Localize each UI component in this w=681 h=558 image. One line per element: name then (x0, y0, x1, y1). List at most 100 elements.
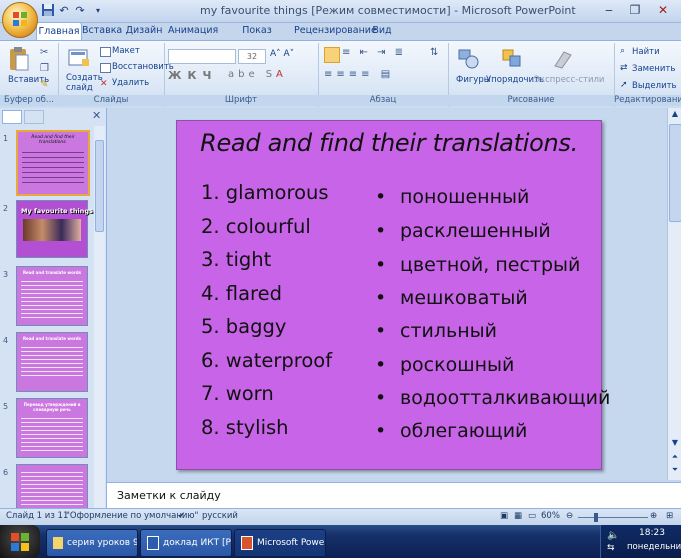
bullet: • (375, 186, 387, 208)
thumb-lines (21, 344, 83, 378)
slide-thumbnail-6[interactable] (16, 464, 88, 509)
close-pane-icon[interactable]: ✕ (92, 109, 101, 122)
taskbar-item-label: Microsoft Power... (257, 538, 325, 548)
taskbar: серия уроков 9... доклад ИКТ [Ре... Micr… (0, 525, 681, 558)
tab-slideshow[interactable]: Показ слайдов (222, 22, 292, 54)
network-icon[interactable]: ⇆ (607, 543, 615, 553)
find-button[interactable]: Найти (632, 47, 660, 57)
english-word: 2. colourful (201, 215, 311, 238)
clock-time[interactable]: 18:23 (639, 528, 665, 538)
text-direction-icon[interactable]: ⇅ (430, 47, 438, 58)
slide-thumbnail-1[interactable]: Read and find their translations. (16, 130, 90, 196)
office-button[interactable] (2, 2, 38, 38)
language-indicator[interactable]: русский (202, 511, 238, 521)
volume-icon[interactable]: 🔈 (607, 530, 619, 541)
zoom-slider[interactable] (578, 517, 648, 518)
notes-pane[interactable]: Заметки к слайду (107, 482, 681, 509)
font-effects-icons[interactable]: abe S (228, 69, 276, 80)
taskbar-item[interactable]: Microsoft Power... (234, 529, 326, 557)
align-icons[interactable]: ≡≡≡≡ ▤ (324, 69, 394, 80)
fit-to-window-icon[interactable]: ⊞ (666, 511, 673, 521)
delete-button[interactable]: Удалить (112, 78, 149, 88)
window-title: my favourite things [Режим совместимости… (200, 4, 576, 17)
ribbon: Вставить ✂ ❐ ✎ Буфер об... Создать слайд… (0, 40, 681, 110)
restore-button[interactable]: ❐ (624, 2, 646, 18)
quick-styles-icon[interactable] (552, 49, 574, 69)
slides-tab[interactable] (2, 110, 22, 124)
bullets-icon[interactable] (324, 47, 340, 63)
customize-qat-icon[interactable]: ▾ (90, 3, 106, 19)
tab-design[interactable]: Дизайн (124, 22, 164, 40)
shapes-icon[interactable] (458, 49, 480, 69)
tab-review[interactable]: Рецензирование (294, 22, 377, 40)
scroll-up-icon[interactable]: ▲ (669, 109, 681, 121)
font-size-field[interactable]: 32 (238, 49, 266, 64)
vertical-scrollbar[interactable]: ▲ ▼ ⏶ ⏷ (667, 108, 681, 480)
zoom-level[interactable]: 60% (541, 511, 560, 521)
scroll-down-icon[interactable]: ▼ (669, 438, 681, 450)
redo-icon[interactable]: ↷ (72, 3, 88, 19)
quick-styles-button[interactable]: Экспресс-стили (534, 75, 604, 85)
select-button[interactable]: Выделить (632, 81, 677, 91)
slide-thumbnail-5[interactable]: Перевод утверждений в словарную речь (16, 398, 88, 458)
zoom-out-icon[interactable]: ⊖ (566, 511, 573, 521)
slide-title[interactable]: Read and find their translations. (177, 129, 601, 157)
thumb-photos (23, 219, 81, 241)
arrange-icon[interactable] (502, 49, 524, 69)
previous-slide-icon[interactable]: ⏶ (669, 452, 681, 464)
slide-number: 6 (3, 468, 9, 477)
tab-view[interactable]: Вид (370, 22, 394, 40)
replace-button[interactable]: Заменить (632, 64, 675, 74)
new-slide-button[interactable]: Создать слайд (66, 73, 103, 93)
slide-thumbnail-2[interactable]: My favourite things (16, 200, 93, 258)
slide-thumbnail-4[interactable]: Read and translate words (16, 332, 88, 392)
format-painter-icon[interactable]: ✎ (40, 79, 48, 90)
slideshow-view-icon[interactable]: ▭ (528, 511, 536, 521)
undo-icon[interactable]: ↶ (56, 3, 72, 19)
next-slide-icon[interactable]: ⏷ (669, 465, 681, 477)
zoom-in-icon[interactable]: ⊕ (650, 511, 657, 521)
slide-thumbnail-3[interactable]: Read and translate words (16, 266, 88, 326)
title-bar: ↶ ↷ ▾ my favourite things [Режим совмест… (0, 0, 681, 23)
current-slide[interactable]: Read and find their translations. 1. gla… (176, 120, 610, 470)
powerpoint-icon (241, 535, 253, 550)
ribbon-tabs: Главная Вставка Дизайн Анимация Показ сл… (0, 22, 681, 54)
tab-animation[interactable]: Анимация (168, 22, 218, 40)
bullet: • (375, 287, 387, 309)
paste-icon[interactable] (8, 46, 30, 72)
cut-icon[interactable]: ✂ (40, 47, 48, 58)
thumb-lines (22, 148, 84, 184)
slides-pane-scrollbar[interactable] (94, 126, 105, 508)
slide-number: 4 (3, 336, 9, 345)
copy-icon[interactable]: ❐ (40, 63, 49, 74)
english-word: 1. glamorous (201, 181, 329, 204)
layout-button[interactable]: Макет (112, 46, 140, 56)
sorter-view-icon[interactable]: ▦ (514, 511, 522, 521)
grow-font-icon[interactable]: A˄ A˅ (270, 49, 294, 59)
thumb-title: Read and find their translations. (31, 135, 75, 145)
close-button[interactable]: ✕ (652, 2, 674, 18)
start-button[interactable] (0, 525, 40, 558)
normal-view-icon[interactable]: ▣ (500, 511, 508, 521)
clock-day[interactable]: понедельник (627, 542, 681, 552)
font-color-icon[interactable]: A (276, 69, 283, 80)
font-name-field[interactable] (168, 49, 236, 64)
taskbar-item[interactable]: серия уроков 9... (46, 529, 138, 557)
zoom-slider-thumb[interactable] (594, 513, 598, 522)
new-slide-icon[interactable] (68, 47, 90, 69)
scrollbar-thumb[interactable] (95, 140, 104, 232)
select-icon: ➚ (620, 80, 628, 90)
minimize-button[interactable]: ‒ (598, 2, 620, 18)
font-format-icons[interactable]: ЖКЧ (168, 69, 217, 82)
list-icons[interactable]: ≡ ⇤ ⇥ ≣ (342, 47, 406, 58)
thumb-lines (21, 278, 83, 318)
spellcheck-icon[interactable]: ✔ (178, 511, 185, 521)
tab-insert[interactable]: Вставка (82, 22, 122, 40)
scrollbar-thumb[interactable] (669, 124, 681, 222)
notes-placeholder[interactable]: Заметки к слайду (117, 489, 221, 502)
save-icon[interactable] (40, 3, 56, 19)
tab-home[interactable]: Главная (36, 22, 82, 41)
bullet: • (375, 320, 387, 342)
taskbar-item[interactable]: доклад ИКТ [Ре... (140, 529, 232, 557)
outline-tab[interactable] (24, 110, 44, 124)
